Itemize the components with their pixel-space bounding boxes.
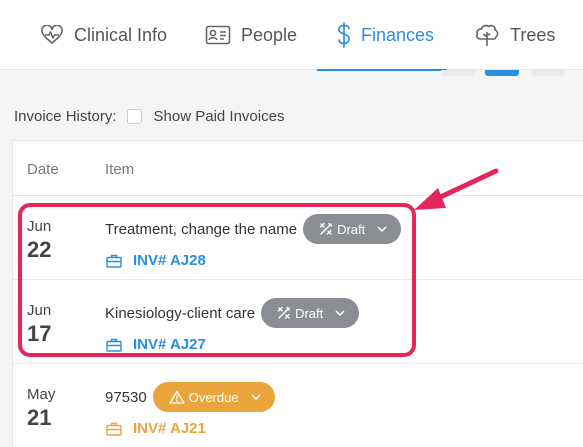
table-header: Date Item	[13, 141, 583, 196]
tree-icon	[474, 22, 500, 48]
annotation-highlight-box	[18, 203, 416, 357]
row-description: 97530	[105, 388, 147, 406]
toolbar-button-primary[interactable]	[485, 70, 519, 76]
briefcase-icon	[106, 422, 122, 436]
row-item: 97530 Overdue	[105, 382, 275, 412]
status-dropdown-overdue[interactable]: Overdue	[152, 382, 275, 412]
tab-people[interactable]: People	[205, 0, 297, 70]
id-card-icon	[205, 25, 231, 45]
row-month: May	[27, 386, 56, 403]
invoice-link[interactable]: INV# AJ21	[106, 420, 206, 437]
tab-trees[interactable]: Trees	[474, 0, 555, 70]
toolbar-button[interactable]	[441, 70, 475, 76]
row-date: May 21	[27, 386, 55, 431]
show-paid-invoices-label[interactable]: Show Paid Invoices	[154, 108, 285, 125]
tab-label: People	[241, 24, 298, 45]
heart-pulse-icon	[40, 25, 64, 45]
tab-bar: Clinical Info People Finances Trees	[0, 0, 583, 71]
warning-icon	[169, 390, 185, 404]
column-header-date[interactable]: Date	[27, 161, 59, 178]
status-label: Overdue	[188, 389, 239, 405]
toolbar-button[interactable]	[531, 70, 565, 76]
tab-label: Clinical Info	[74, 24, 168, 45]
tab-label: Trees	[510, 24, 556, 45]
table-row[interactable]: May 21 97530 Overdue INV# AJ21	[13, 364, 583, 447]
row-day: 21	[27, 405, 52, 430]
show-paid-invoices-checkbox[interactable]	[126, 108, 142, 124]
tab-label: Finances	[361, 24, 435, 45]
tab-finances[interactable]: Finances	[317, 0, 447, 71]
column-header-item[interactable]: Item	[105, 161, 134, 178]
invoice-history-label: Invoice History:	[14, 107, 117, 125]
chevron-down-icon	[251, 394, 261, 400]
invoice-number[interactable]: INV# AJ21	[133, 420, 206, 437]
tab-clinical-info[interactable]: Clinical Info	[40, 0, 167, 70]
invoice-history-filter: Invoice History: Show Paid Invoices	[14, 104, 284, 128]
dollar-icon	[337, 22, 351, 48]
